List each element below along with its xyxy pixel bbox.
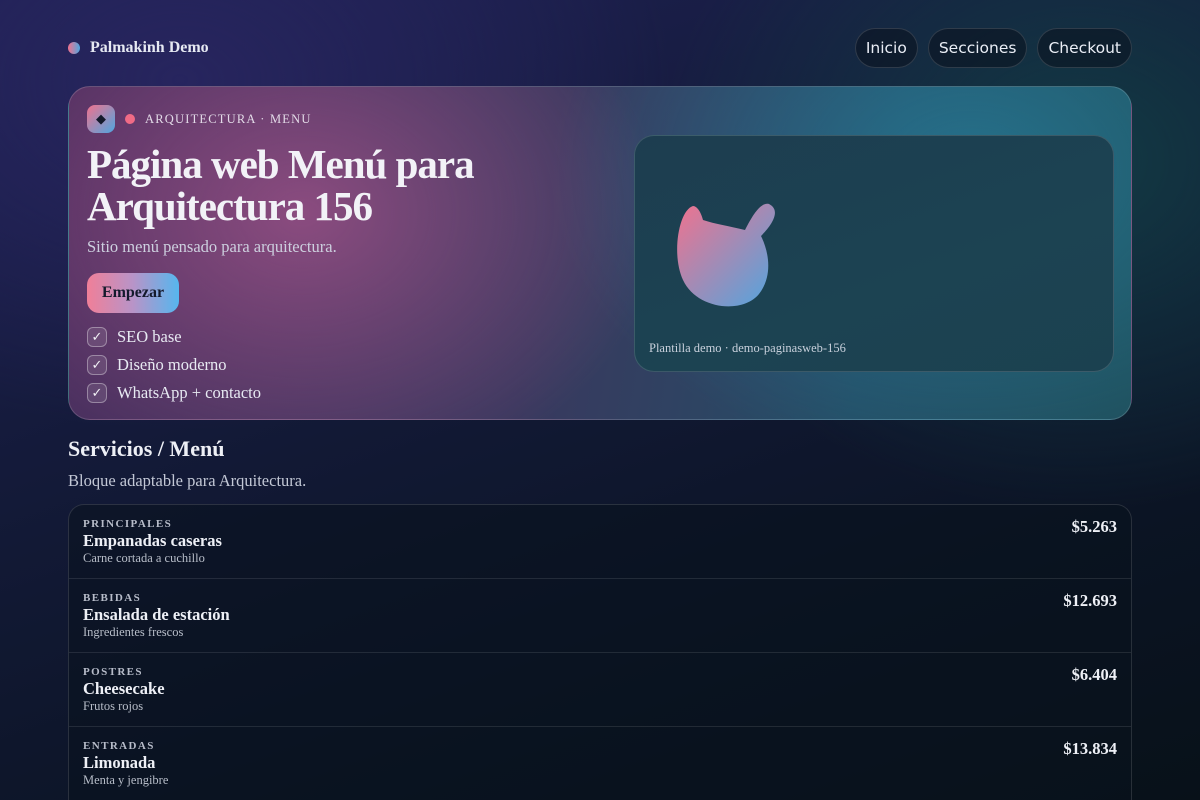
menu-item-category: PRINCIPALES: [83, 518, 173, 530]
menu-item-price: $5.263: [1071, 517, 1117, 536]
start-button[interactable]: Empezar: [87, 273, 179, 313]
menu-item-description: Ingredientes frescos: [83, 625, 184, 639]
feature-item: ✓ SEO base: [87, 323, 261, 351]
feature-label: WhatsApp + contacto: [117, 383, 262, 402]
menu-item[interactable]: POSTRES Cheesecake Frutos rojos $6.404: [69, 653, 1131, 727]
menu-item-description: Frutos rojos: [83, 699, 144, 713]
main-nav: Inicio Secciones Checkout: [854, 28, 1132, 68]
kicker-dot-icon: [125, 114, 135, 124]
kicker-text: ARQUITECTURA · MENU: [145, 111, 312, 126]
nav-secciones[interactable]: Secciones: [927, 28, 1028, 68]
check-icon: ✓: [87, 383, 107, 403]
check-icon: ✓: [87, 327, 107, 347]
menu-item-category: ENTRADAS: [83, 740, 155, 752]
brand-dot-icon: [68, 42, 80, 54]
menu-item-description: Carne cortada a cuchillo: [83, 551, 205, 565]
feature-item: ✓ WhatsApp + contacto: [87, 379, 261, 407]
hero-kicker: ◆ ARQUITECTURA · MENU: [87, 105, 312, 133]
menu-item-name: Empanadas caseras: [83, 531, 222, 550]
section-subtitle: Bloque adaptable para Arquitectura.: [68, 471, 307, 490]
menu-item-name: Cheesecake: [83, 679, 165, 698]
diamond-icon: ◆: [87, 105, 115, 133]
brand[interactable]: Palmakinh Demo: [68, 28, 209, 68]
feature-label: Diseño moderno: [117, 355, 227, 374]
feature-label: SEO base: [117, 327, 182, 346]
section-title: Servicios / Menú: [68, 436, 225, 461]
hero-title: Página web Menú para Arquitectura 156: [87, 141, 475, 229]
abstract-blob-icon: [677, 203, 775, 307]
nav-inicio[interactable]: Inicio: [854, 28, 918, 68]
menu-item-name: Limonada: [83, 753, 156, 772]
hero-card: ◆ ARQUITECTURA · MENU Página web Menú pa…: [68, 86, 1132, 420]
menu-item-description: Menta y jengibre: [83, 773, 169, 787]
feature-item: ✓ Diseño moderno: [87, 351, 261, 379]
menu-item[interactable]: ENTRADAS Limonada Menta y jengibre $13.8…: [69, 727, 1131, 800]
check-icon: ✓: [87, 355, 107, 375]
template-preview: Plantilla demo · demo-paginasweb-156: [634, 135, 1114, 372]
menu-item-price: $13.834: [1063, 739, 1117, 758]
site-header: Palmakinh Demo Inicio Secciones Checkout: [68, 28, 1132, 68]
brand-name: Palmakinh Demo: [90, 39, 209, 56]
menu-item-name: Ensalada de estación: [83, 605, 230, 624]
menu-item-category: POSTRES: [83, 666, 143, 678]
nav-checkout[interactable]: Checkout: [1037, 28, 1132, 68]
menu-item-price: $6.404: [1071, 665, 1117, 684]
menu-item-price: $12.693: [1063, 591, 1117, 610]
preview-caption: Plantilla demo · demo-paginasweb-156: [649, 341, 846, 355]
menu-item[interactable]: PRINCIPALES Empanadas caseras Carne cort…: [69, 505, 1131, 579]
menu-item[interactable]: BEBIDAS Ensalada de estación Ingrediente…: [69, 579, 1131, 653]
menu-list: PRINCIPALES Empanadas caseras Carne cort…: [68, 504, 1132, 800]
hero-subtitle: Sitio menú pensado para arquitectura.: [87, 237, 337, 256]
feature-list: ✓ SEO base ✓ Diseño moderno ✓ WhatsApp +…: [87, 323, 261, 407]
menu-item-category: BEBIDAS: [83, 592, 142, 604]
